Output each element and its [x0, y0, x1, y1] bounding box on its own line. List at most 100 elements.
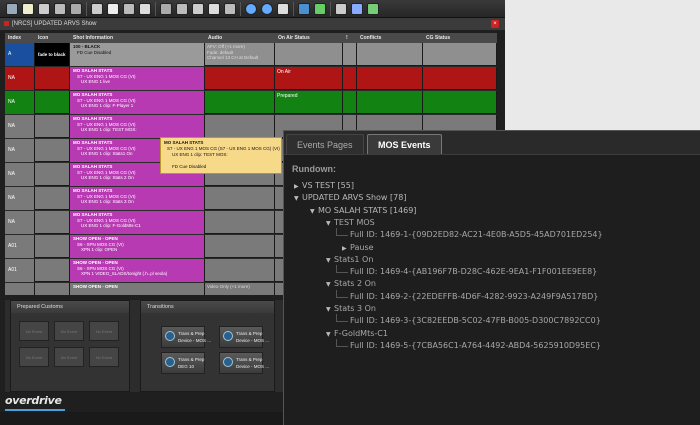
- tree-node[interactable]: Full ID: 1469-1-{09D2ED82-AC21-4E0B-A5D5…: [342, 230, 603, 240]
- expand-down-icon[interactable]: ▼: [326, 305, 334, 315]
- prepared-custom-tile[interactable]: No Event: [89, 321, 119, 341]
- toolbar-button-icon[interactable]: [351, 3, 363, 15]
- grid-column-header[interactable]: Conflicts: [357, 33, 381, 43]
- transition-tile[interactable]: Trans & Prep Device - MOS ...: [219, 352, 269, 374]
- prepared-custom-tile[interactable]: No Event: [54, 347, 84, 367]
- tree-node[interactable]: ▼ Stats1 On: [326, 255, 373, 266]
- grid-column-header[interactable]: Shot Information: [70, 33, 113, 43]
- expand-down-icon[interactable]: ▼: [326, 219, 334, 229]
- tree-node-label: Stats1 On: [334, 254, 374, 264]
- expand-right-icon[interactable]: ▶: [294, 182, 302, 192]
- transition-icon: [223, 331, 233, 341]
- table-row[interactable]: Afade to black 100 - BLACK FD Cue Disabled…: [5, 43, 497, 66]
- row-index: A01: [5, 259, 35, 282]
- table-row[interactable]: NA MO SALAH STATS S7 - UX ENG 1 MOS CG (VI…: [5, 91, 497, 114]
- toolbar-button-icon[interactable]: [70, 3, 82, 15]
- tree-connector: [336, 314, 337, 323]
- row-thumbnail: [35, 115, 70, 138]
- transition-label: Trans & Prep: [178, 357, 205, 362]
- expand-down-icon[interactable]: ▼: [310, 207, 318, 217]
- toolbar-button-icon[interactable]: [277, 3, 289, 15]
- grid-column-header[interactable]: Index: [5, 33, 21, 43]
- prepared-custom-tile[interactable]: No Event: [19, 347, 49, 367]
- toolbar-button-icon[interactable]: [261, 3, 273, 15]
- toolbar-button-icon[interactable]: [22, 3, 34, 15]
- transition-label: Trans & Prep: [236, 331, 263, 336]
- row-thumbnail: [35, 283, 70, 295]
- prepared-custom-tile[interactable]: No Event: [19, 321, 49, 341]
- tree-connector: [336, 296, 348, 298]
- shot-info-line: UX ENG 1 clip: Stats 3 On: [81, 199, 134, 204]
- tree-node[interactable]: ▼ MO SALAH STATS [1469]: [310, 206, 416, 217]
- expand-down-icon[interactable]: ▼: [326, 330, 334, 340]
- prepared-custom-tile[interactable]: No Event: [89, 347, 119, 367]
- toolbar-button-icon[interactable]: [245, 3, 257, 15]
- toolbar-button-icon[interactable]: [123, 3, 135, 15]
- audio-info: [205, 235, 275, 258]
- transition-device: Device - MOS ...: [236, 364, 270, 369]
- audio-info: [205, 115, 275, 138]
- toolbar-button-icon[interactable]: [160, 3, 172, 15]
- grid-column-header[interactable]: CG Status: [423, 33, 450, 43]
- cg-status-cell: [423, 67, 497, 90]
- grid-column-header[interactable]: Icon: [35, 33, 48, 43]
- toolbar-button-icon[interactable]: [335, 3, 347, 15]
- tree-node[interactable]: Full ID: 1469-3-{3C82EEDB-5C02-47FB-B005…: [342, 316, 601, 326]
- tree-node[interactable]: Full ID: 1469-4-{AB196F7B-D28C-462E-9EA1…: [342, 267, 597, 277]
- tree-node[interactable]: ▶ Pause: [342, 243, 374, 254]
- toolbar-button-icon[interactable]: [139, 3, 151, 15]
- expand-down-icon[interactable]: ▼: [294, 194, 302, 204]
- tree-node[interactable]: ▼ Stats 3 On: [326, 304, 376, 315]
- close-icon[interactable]: ×: [491, 20, 499, 28]
- toolbar-button-icon[interactable]: [298, 3, 310, 15]
- tab-events-pages[interactable]: Events Pages: [286, 134, 364, 154]
- shot-information: MO SALAH STATS S7 - UX ENG 1 MOS CG (VI) U…: [70, 67, 205, 90]
- toolbar-button-icon[interactable]: [208, 3, 220, 15]
- audio-info: [205, 259, 275, 282]
- expand-down-icon[interactable]: ▼: [326, 256, 334, 266]
- tree-node[interactable]: ▼ UPDATED ARVS Show [78]: [294, 193, 406, 204]
- toolbar-button-icon[interactable]: [367, 3, 379, 15]
- transition-device: DEG 10: [178, 364, 195, 369]
- toolbar-button-icon[interactable]: [314, 3, 326, 15]
- expand-down-icon[interactable]: ▼: [326, 280, 334, 290]
- prepared-custom-tile[interactable]: No Event: [54, 321, 84, 341]
- transition-tile[interactable]: Trans & Prep Device - MOS ...: [161, 326, 211, 348]
- toolbar-button-icon[interactable]: [6, 3, 18, 15]
- toolbar-button-icon[interactable]: [176, 3, 188, 15]
- tree-node[interactable]: ▶ VS TEST [55]: [294, 181, 354, 192]
- transition-icon: [223, 357, 233, 367]
- transition-icon: [165, 331, 175, 341]
- conflicts-cell: [357, 67, 423, 90]
- toolbar-button-icon[interactable]: [192, 3, 204, 15]
- tree-connector: [336, 321, 348, 323]
- shot-info-line: XPN 1 clip: OPEN: [81, 247, 118, 252]
- grid-column-header[interactable]: Audio: [205, 33, 222, 43]
- tree-node[interactable]: ▼ Stats 2 On: [326, 279, 376, 290]
- toolbar-button-icon[interactable]: [54, 3, 66, 15]
- tree-node-label: Full ID: 1469-5-{7CBA56C1-A764-4492-ABD4…: [350, 340, 601, 350]
- shot-info-line: UX ENG 1 clip: F-GoldMts-C1: [81, 223, 141, 228]
- tree-connector: [336, 228, 337, 237]
- grid-column-header[interactable]: !: [343, 33, 348, 43]
- prepared-customs-title: Prepared Customs: [11, 301, 129, 313]
- conflicts-cell: [357, 43, 423, 66]
- toolbar-button-icon[interactable]: [107, 3, 119, 15]
- grid-column-header[interactable]: On Air Status: [275, 33, 310, 43]
- shot-information: SHOW OPEN - OPEN S6 - XPN MOS CG (VI) XPN …: [70, 259, 205, 282]
- row-thumbnail: [35, 139, 70, 162]
- row-thumbnail: [35, 187, 70, 210]
- expand-right-icon[interactable]: ▶: [342, 244, 350, 254]
- transition-tile[interactable]: Trans & Prep DEG 10: [161, 352, 205, 374]
- tree-node[interactable]: Full ID: 1469-5-{7CBA56C1-A764-4492-ABD4…: [342, 341, 601, 351]
- toolbar-button-icon[interactable]: [224, 3, 236, 15]
- transition-tile[interactable]: Trans & Prep Device - MOS ...: [219, 326, 269, 348]
- audio-info: [205, 211, 275, 234]
- tab-mos-events[interactable]: MOS Events: [367, 134, 442, 154]
- tree-node[interactable]: Full ID: 1469-2-{22EDEFFB-4D6F-4282-9923…: [342, 292, 598, 302]
- tree-node-label: TEST MOS: [334, 217, 375, 227]
- toolbar-button-icon[interactable]: [91, 3, 103, 15]
- table-row[interactable]: NA MO SALAH STATS S7 - UX ENG 1 MOS CG (VI…: [5, 67, 497, 90]
- tree-node[interactable]: ▼ TEST MOS: [326, 218, 375, 229]
- toolbar-button-icon[interactable]: [38, 3, 50, 15]
